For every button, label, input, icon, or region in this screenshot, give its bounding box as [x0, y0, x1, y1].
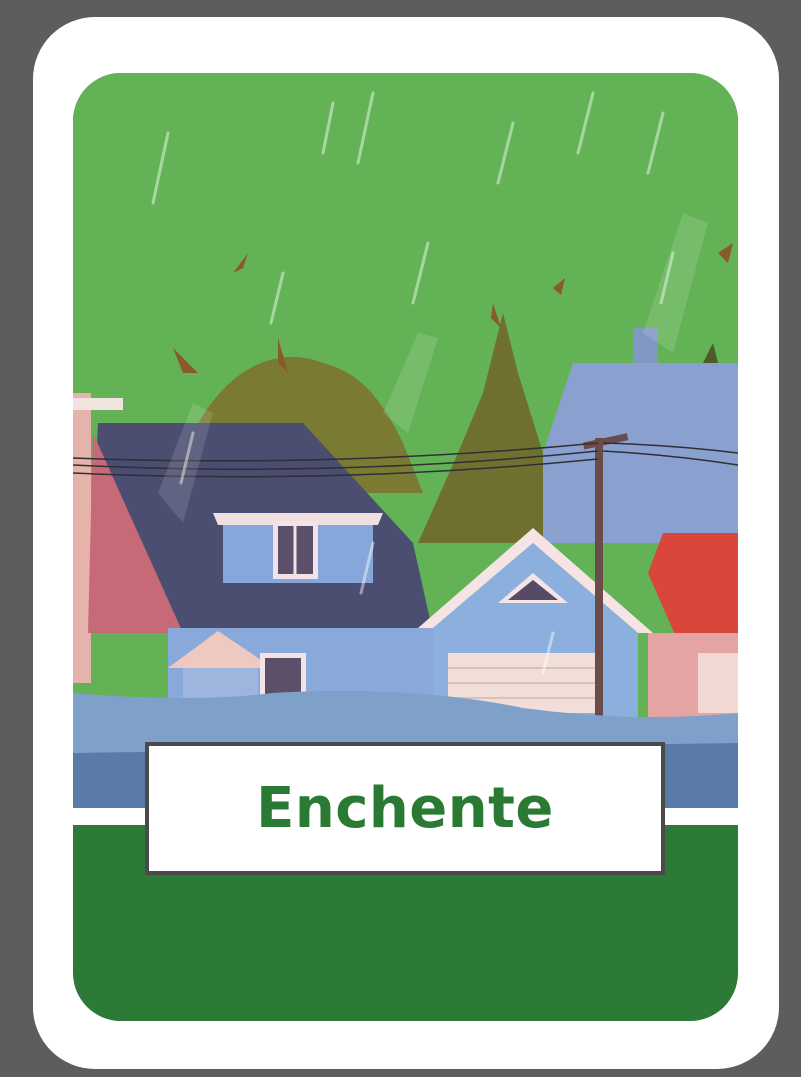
card-title-box: Enchente [145, 742, 665, 875]
card-title: Enchente [256, 776, 554, 841]
house-left-edge [73, 393, 91, 683]
utility-pole [595, 438, 603, 718]
flood-illustration [73, 73, 738, 808]
card-panel [73, 73, 738, 1021]
